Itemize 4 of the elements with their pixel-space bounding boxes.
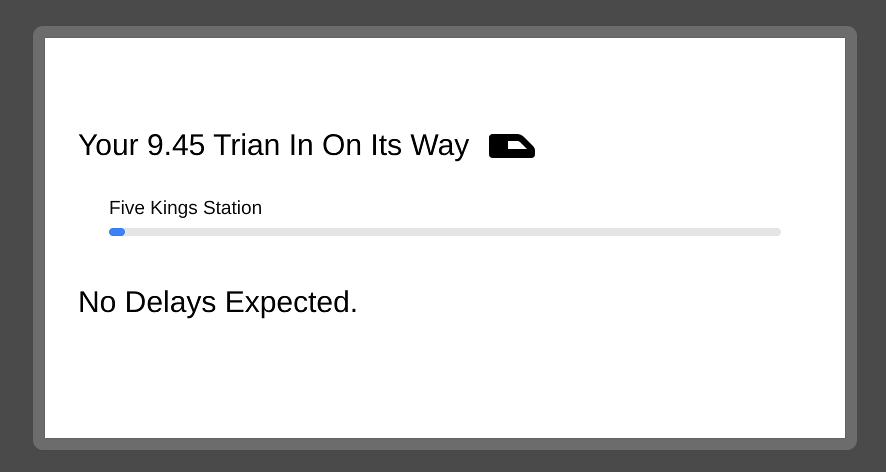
train-status-title: Your 9.45 Trian In On Its Way	[78, 129, 470, 163]
train-icon	[489, 134, 536, 158]
delay-status: No Delays Expected.	[78, 286, 360, 320]
station-label: Five Kings Station	[109, 198, 264, 220]
